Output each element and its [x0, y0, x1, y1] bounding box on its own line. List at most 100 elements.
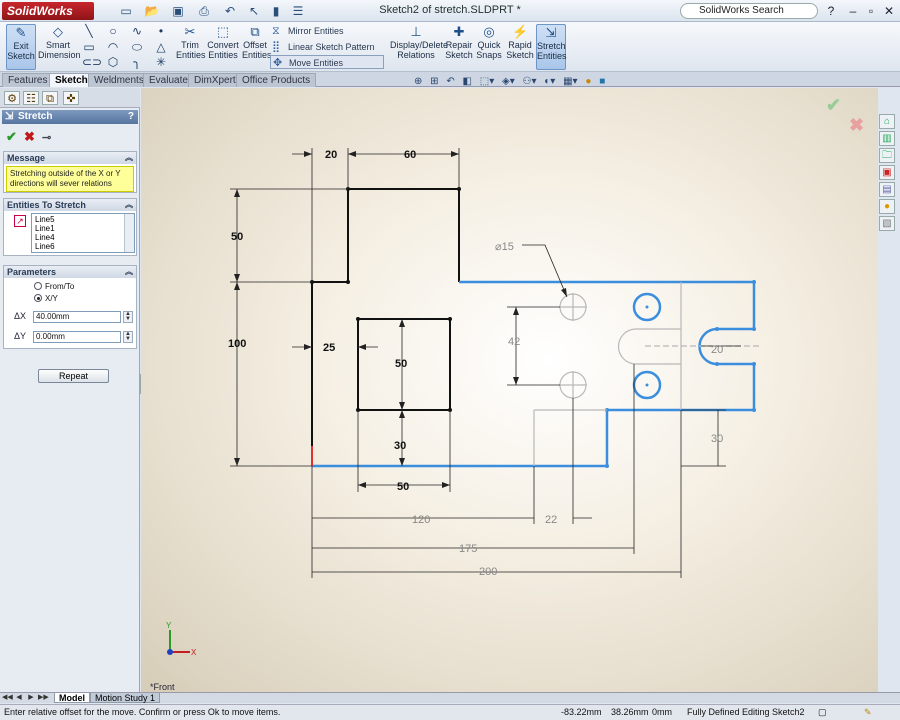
document-recovery-icon[interactable]: ▧: [879, 216, 895, 231]
trim-entities-button[interactable]: ✂ Trim Entities: [176, 24, 206, 70]
ellipse-icon[interactable]: ⬭: [130, 40, 144, 54]
dim-25[interactable]: 25: [323, 342, 335, 354]
pushpin-icon[interactable]: ⊸: [42, 131, 51, 144]
maximize-button[interactable]: ▫: [863, 3, 879, 19]
hide-show-items-icon[interactable]: ⚇▾: [523, 76, 537, 87]
dim-50-inner[interactable]: 50: [395, 358, 407, 370]
rebuild-status-icon[interactable]: ▢: [818, 705, 827, 720]
dim-175[interactable]: 175: [459, 543, 477, 555]
stretch-entities-button[interactable]: ⇲ Stretch Entities: [536, 24, 567, 70]
list-item[interactable]: Line4: [35, 233, 131, 242]
tab-office-products[interactable]: Office Products: [236, 73, 317, 87]
configuration-manager-icon[interactable]: ⧉: [42, 91, 58, 105]
list-item[interactable]: Line1: [35, 224, 131, 233]
circle-icon[interactable]: ○: [106, 24, 120, 38]
feature-manager-icon[interactable]: ⚙: [4, 91, 20, 105]
ok-check-icon[interactable]: ✔: [6, 129, 17, 145]
apply-scene-icon[interactable]: ▦▾: [563, 76, 577, 87]
point-icon[interactable]: •: [154, 24, 168, 38]
sketch-canvas[interactable]: 20 60 50 100 25 50 30 50 ⌀15 42 20 30 12…: [141, 88, 878, 692]
file-explorer-icon[interactable]: 🗀: [879, 148, 895, 163]
property-manager-icon[interactable]: ☷: [23, 91, 39, 105]
slot-icon[interactable]: ⊂⊃: [82, 55, 102, 69]
dim-60[interactable]: 60: [404, 149, 416, 161]
repair-sketch-button[interactable]: ✚ Repair Sketch: [445, 24, 473, 70]
minimize-button[interactable]: –: [845, 3, 861, 19]
appearances-icon[interactable]: ▤: [879, 182, 895, 197]
entities-list[interactable]: Line5 Line1 Line4 Line6: [31, 213, 135, 253]
section-view-icon[interactable]: ◧: [463, 76, 472, 87]
edit-appearance-icon[interactable]: ◐▾: [544, 76, 555, 87]
dim-20-right[interactable]: 20: [711, 344, 723, 356]
prev-tab-arrow-icon[interactable]: ◀: [14, 693, 24, 703]
linear-sketch-pattern-button[interactable]: ⣿ Linear Sketch Pattern: [270, 40, 382, 54]
quick-tips-icon[interactable]: ✎: [864, 705, 872, 720]
spline-icon[interactable]: ∿: [130, 24, 144, 38]
realview-icon[interactable]: ■: [599, 76, 605, 87]
dim-30-inner[interactable]: 30: [394, 440, 406, 452]
dim-50-bottom[interactable]: 50: [397, 481, 409, 493]
last-tab-arrow-icon[interactable]: ▶▶: [38, 693, 49, 703]
tab-evaluate[interactable]: Evaluate: [143, 73, 194, 87]
parameters-section-header[interactable]: Parameters ︽: [4, 266, 136, 278]
delta-y-spinner[interactable]: ▲ ▼: [123, 331, 133, 343]
quick-snaps-button[interactable]: ◎ Quick Snaps: [476, 24, 502, 70]
tab-motion-study[interactable]: Motion Study 1: [90, 693, 161, 703]
close-button[interactable]: ✕: [881, 3, 897, 19]
tab-weldments[interactable]: Weldments: [88, 73, 150, 87]
entities-section-header[interactable]: Entities To Stretch ︽: [4, 199, 136, 211]
text-icon[interactable]: ✳: [154, 55, 168, 69]
view-settings-icon[interactable]: ●: [585, 76, 591, 87]
rapid-sketch-button[interactable]: ⚡ Rapid Sketch: [506, 24, 534, 70]
dim-50-left[interactable]: 50: [231, 231, 243, 243]
dim-30-right[interactable]: 30: [711, 433, 723, 445]
dim-100[interactable]: 100: [228, 338, 246, 350]
convert-entities-button[interactable]: ⬚ Convert Entities: [206, 24, 240, 70]
previous-view-icon[interactable]: ↶: [446, 76, 454, 87]
view-palette-icon[interactable]: ▣: [879, 165, 895, 180]
smart-dimension-button[interactable]: ◇ Smart Dimension: [38, 24, 81, 70]
move-entities-button[interactable]: ✥ Move Entities: [270, 55, 384, 69]
plane-icon[interactable]: △: [154, 40, 168, 54]
list-scrollbar[interactable]: [124, 214, 134, 252]
dim-20-top[interactable]: 20: [325, 149, 337, 161]
tab-model[interactable]: Model: [54, 693, 90, 703]
zoom-to-area-icon[interactable]: ⊞: [430, 76, 438, 87]
display-delete-relations-button[interactable]: ⊥ Display/Delete Relations: [390, 24, 448, 70]
cancel-x-icon[interactable]: ✖: [24, 129, 35, 145]
list-item[interactable]: Line5: [35, 215, 131, 224]
next-tab-arrow-icon[interactable]: ▶: [26, 693, 36, 703]
message-section-header[interactable]: Message ︽: [4, 152, 136, 164]
display-style-icon[interactable]: ◈▾: [502, 76, 515, 87]
delta-x-spinner[interactable]: ▲ ▼: [123, 311, 133, 323]
first-tab-arrow-icon[interactable]: ◀◀: [2, 693, 13, 703]
offset-entities-button[interactable]: ⧉ Offset Entities: [242, 24, 272, 70]
exit-sketch-button[interactable]: ✎ Exit Sketch: [6, 24, 36, 70]
design-library-icon[interactable]: ▥: [879, 131, 895, 146]
xy-radio[interactable]: X/Y: [34, 294, 58, 304]
delta-x-input[interactable]: 40.00mm: [33, 311, 121, 323]
dimxpert-manager-icon[interactable]: ✜: [63, 91, 79, 105]
list-item[interactable]: Line6: [35, 242, 131, 251]
tab-dimxpert[interactable]: DimXpert: [188, 73, 242, 87]
dim-200[interactable]: 200: [479, 566, 497, 578]
dim-diameter-15[interactable]: ⌀15: [495, 241, 514, 253]
rectangle-icon[interactable]: ▭: [82, 40, 96, 54]
home-icon[interactable]: ⌂: [879, 114, 895, 129]
view-orientation-icon[interactable]: ⬚▾: [480, 76, 494, 87]
arc-icon[interactable]: ◠: [106, 40, 120, 54]
mirror-entities-button[interactable]: ⧖ Mirror Entities: [270, 24, 382, 38]
help-icon[interactable]: ?: [823, 3, 839, 19]
help-button[interactable]: ?: [128, 110, 134, 124]
line-icon[interactable]: ╲: [82, 24, 96, 38]
repeat-button[interactable]: Repeat: [38, 369, 109, 383]
search-input[interactable]: SolidWorks Search: [680, 3, 818, 19]
dim-120[interactable]: 120: [412, 514, 430, 526]
polygon-icon[interactable]: ⬡: [106, 55, 120, 69]
custom-properties-icon[interactable]: ●: [879, 199, 895, 214]
tab-features[interactable]: Features: [2, 73, 54, 87]
fillet-icon[interactable]: ╮: [130, 55, 144, 69]
dim-22[interactable]: 22: [545, 514, 557, 526]
dim-42[interactable]: 42: [508, 336, 520, 348]
from-to-radio[interactable]: From/To: [34, 282, 74, 292]
